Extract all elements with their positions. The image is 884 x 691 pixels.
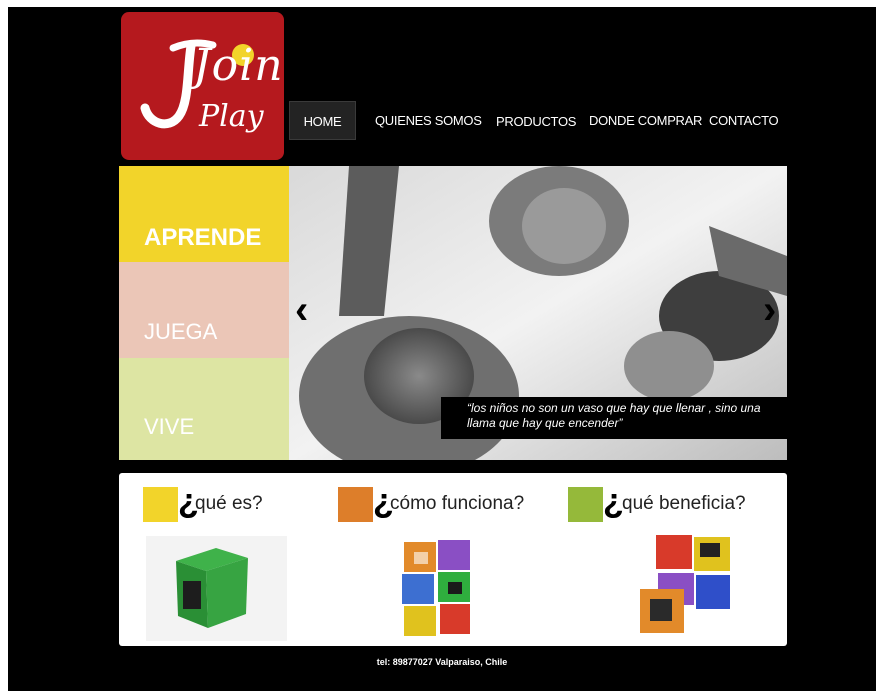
sidebar-label-vive: VIVE — [144, 414, 195, 439]
swatch-como-funciona — [338, 487, 373, 522]
sidebar-item-aprende[interactable]: APRENDE — [119, 166, 289, 262]
nav-productos[interactable]: PRODUCTOS — [496, 102, 576, 141]
sidebar-label-aprende: APRENDE — [144, 224, 262, 251]
nav-donde-comprar[interactable]: DONDE COMPRAR — [589, 101, 702, 140]
swatch-que-beneficia — [568, 487, 603, 522]
sidebar-item-vive[interactable]: VIVE — [119, 358, 289, 460]
three-cubes-image[interactable] — [636, 533, 733, 643]
join-play-logo[interactable]: Join Play — [121, 12, 284, 160]
feature-que-es[interactable]: qué es? — [195, 493, 263, 515]
nav-home[interactable]: HOME — [289, 101, 356, 140]
sidebar-item-juega[interactable]: JUEGA — [119, 262, 289, 358]
question-mark-icon: ¿ — [603, 482, 624, 520]
logo-text-join: Join — [193, 40, 284, 91]
footer-contact: tel: 89877027 Valparaiso, Chile — [376, 657, 508, 667]
nav-contacto[interactable]: CONTACTO — [709, 101, 779, 140]
green-cube-image[interactable] — [146, 536, 287, 641]
slider-quote: “los niños no son un vaso que hay que ll… — [441, 397, 787, 439]
stacked-cubes-image[interactable] — [400, 536, 480, 643]
nav-quienes-somos[interactable]: QUIENES SOMOS — [375, 101, 482, 140]
swatch-que-es — [143, 487, 178, 522]
slider-next-arrow[interactable]: › — [763, 290, 776, 330]
features-panel: ¿ qué es? ¿ cómo funciona? ¿ qué benefic… — [119, 473, 787, 646]
feature-como-funciona[interactable]: cómo funciona? — [390, 493, 524, 515]
slider-prev-arrow[interactable]: ‹ — [295, 290, 308, 330]
sidebar-label-juega: JUEGA — [144, 319, 218, 344]
feature-que-beneficia[interactable]: qué beneficia? — [622, 493, 746, 515]
logo-text-play: Play — [199, 99, 264, 134]
